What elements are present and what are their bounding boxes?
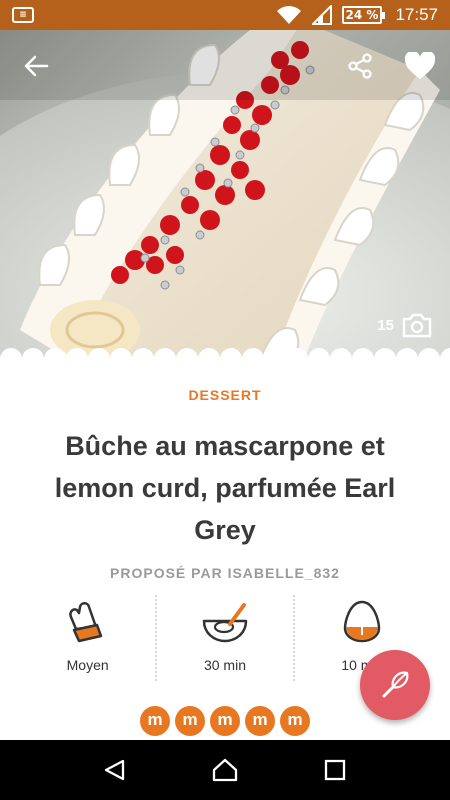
difficulty-info: Moyen xyxy=(20,595,155,681)
camera-icon xyxy=(402,313,432,338)
recipe-title: Bûche au mascarpone et lemon curd, parfu… xyxy=(54,431,396,545)
back-button[interactable] xyxy=(14,44,58,88)
recents-icon xyxy=(324,759,346,781)
prep-time-info: 30 min xyxy=(155,595,292,681)
egg-timer-icon xyxy=(344,600,381,643)
rating-badge: m xyxy=(140,706,170,736)
prep-time-label: 30 min xyxy=(203,657,246,673)
recipe-category[interactable]: DESSERT xyxy=(0,387,450,403)
recipe-details: DESSERT Bûche au mascarpone et lemon cur… xyxy=(0,370,450,736)
nav-back-button[interactable] xyxy=(90,745,140,795)
home-icon xyxy=(212,758,238,782)
nav-recents-button[interactable] xyxy=(310,745,360,795)
whisk-icon xyxy=(382,671,409,698)
rating-badge: m xyxy=(245,706,275,736)
whisk-bowl-icon xyxy=(202,603,248,643)
rating-badge: m xyxy=(210,706,240,736)
favorite-button[interactable] xyxy=(398,44,442,88)
oven-mitt-icon xyxy=(68,602,102,643)
photo-gallery-button[interactable]: 15 xyxy=(377,312,432,338)
heart-icon xyxy=(404,52,436,79)
nav-home-button[interactable] xyxy=(200,745,250,795)
recipe-photo[interactable]: 15 xyxy=(0,30,450,370)
back-arrow-icon xyxy=(24,55,49,77)
clock: 17:57 xyxy=(395,5,438,24)
recipe-author[interactable]: PROPOSÉ PAR ISABELLE_832 xyxy=(0,565,450,581)
system-navigation-bar xyxy=(0,740,450,800)
message-icon: ≡ xyxy=(12,7,34,23)
battery-level: 24 % xyxy=(341,6,383,24)
back-triangle-icon xyxy=(104,759,125,781)
cook-mode-fab[interactable] xyxy=(360,650,430,720)
rating-badge: m xyxy=(280,706,310,736)
scalloped-divider xyxy=(0,348,450,372)
difficulty-label: Moyen xyxy=(66,657,109,673)
battery-indicator: 24 % xyxy=(341,6,386,24)
wifi-icon xyxy=(276,6,301,24)
signal-icon xyxy=(311,5,332,25)
share-icon xyxy=(348,53,372,79)
rating-badge: m xyxy=(175,706,205,736)
status-bar: ≡ 24 % 17:57 xyxy=(0,0,450,30)
share-button[interactable] xyxy=(338,44,382,88)
photo-count: 15 xyxy=(377,316,394,334)
